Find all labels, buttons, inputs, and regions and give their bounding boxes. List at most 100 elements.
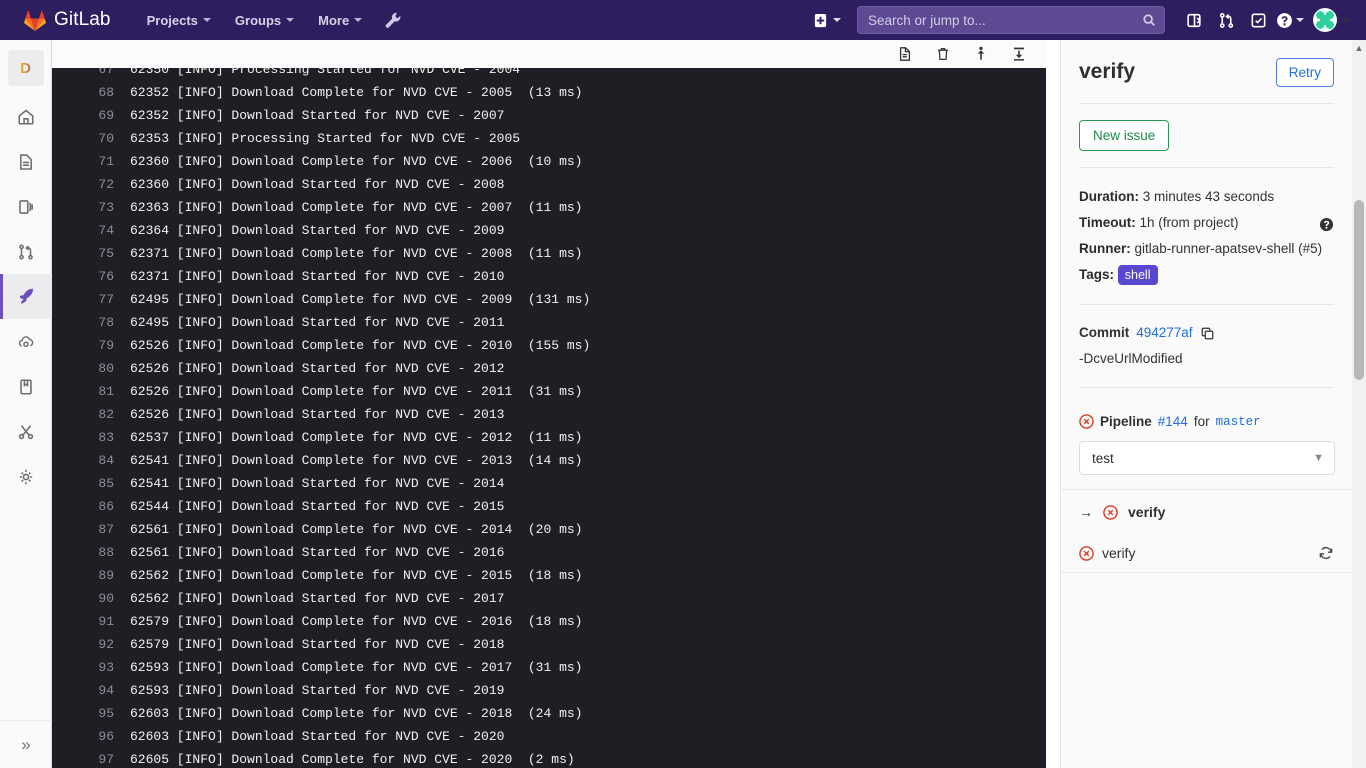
issues-icon[interactable] bbox=[1243, 0, 1273, 40]
help-icon[interactable] bbox=[1275, 0, 1305, 40]
user-menu-button[interactable] bbox=[1307, 8, 1350, 32]
plus-square-icon bbox=[814, 13, 827, 27]
log-line-number[interactable]: 87 bbox=[52, 518, 130, 541]
copy-icon[interactable] bbox=[1200, 326, 1215, 341]
top-nav-items: Projects Groups More bbox=[135, 0, 413, 40]
chevron-down-icon bbox=[1296, 18, 1304, 22]
sidebar-item-project[interactable] bbox=[0, 94, 52, 139]
pipeline-ref-link[interactable]: master bbox=[1216, 415, 1261, 429]
nav-projects[interactable]: Projects bbox=[135, 0, 223, 40]
log-line: 69 62352 [INFO] Download Started for NVD … bbox=[52, 104, 1046, 127]
sidebar-item-settings[interactable] bbox=[0, 454, 52, 499]
top-navigation-bar: GitLab Projects Groups More Search or ju… bbox=[0, 0, 1366, 40]
divider bbox=[1079, 387, 1334, 388]
nav-more[interactable]: More bbox=[306, 0, 374, 40]
job-metadata: Duration: 3 minutes 43 seconds Timeout: … bbox=[1061, 184, 1352, 288]
rocket-icon bbox=[19, 287, 33, 304]
log-line-text: 62603 [INFO] Download Started for NVD CV… bbox=[130, 729, 505, 744]
log-line-number[interactable]: 75 bbox=[52, 242, 130, 265]
scroll-to-bottom-icon[interactable] bbox=[1008, 42, 1030, 66]
log-line-number[interactable]: 74 bbox=[52, 219, 130, 242]
sidebar-item-operations[interactable] bbox=[0, 319, 52, 364]
log-line-number[interactable]: 72 bbox=[52, 173, 130, 196]
status-badge: shell bbox=[1117, 265, 1158, 286]
log-line-number[interactable]: 70 bbox=[52, 127, 130, 150]
log-line-number[interactable]: 94 bbox=[52, 679, 130, 702]
nav-groups[interactable]: Groups bbox=[223, 0, 306, 40]
log-line-text: 62541 [INFO] Download Started for NVD CV… bbox=[130, 476, 505, 491]
top-nav-right-group: Search or jump to... bbox=[805, 0, 1366, 40]
sidebar-item-wiki[interactable] bbox=[0, 364, 52, 409]
log-line-number[interactable]: 85 bbox=[52, 472, 130, 495]
log-line: 88 62561 [INFO] Download Started for NVD … bbox=[52, 541, 1046, 564]
raw-log-icon[interactable] bbox=[894, 42, 916, 66]
log-line-number[interactable]: 76 bbox=[52, 265, 130, 288]
scrollbar-up-arrow[interactable]: ▲ bbox=[1354, 44, 1364, 53]
log-line-number[interactable]: 73 bbox=[52, 196, 130, 219]
log-line-number[interactable]: 78 bbox=[52, 311, 130, 334]
job-row-name: verify bbox=[1102, 545, 1136, 561]
log-line-number[interactable]: 88 bbox=[52, 541, 130, 564]
retry-job-icon[interactable] bbox=[1318, 545, 1334, 561]
runner-label: Runner: bbox=[1079, 241, 1131, 256]
log-line-number[interactable]: 67 bbox=[52, 68, 130, 81]
log-line-number[interactable]: 77 bbox=[52, 288, 130, 311]
log-line-number[interactable]: 89 bbox=[52, 564, 130, 587]
new-issue-button[interactable]: New issue bbox=[1079, 120, 1170, 151]
log-line-number[interactable]: 97 bbox=[52, 748, 130, 768]
log-line-number[interactable]: 79 bbox=[52, 334, 130, 357]
log-line-number[interactable]: 71 bbox=[52, 150, 130, 173]
sidebar-item-repository[interactable] bbox=[0, 184, 52, 229]
sidebar-project-avatar[interactable]: D bbox=[7, 50, 44, 86]
nav-groups-label: Groups bbox=[234, 12, 282, 28]
log-line-text: 62495 [INFO] Download Complete for NVD C… bbox=[130, 292, 591, 307]
log-line-text: 62603 [INFO] Download Complete for NVD C… bbox=[130, 706, 583, 721]
scroll-to-top-icon[interactable] bbox=[970, 42, 992, 66]
erase-log-icon[interactable] bbox=[932, 42, 954, 66]
sidebar-item-cicd[interactable] bbox=[0, 274, 52, 319]
chevron-down-icon bbox=[354, 18, 363, 22]
log-line-number[interactable]: 82 bbox=[52, 403, 130, 426]
log-line-number[interactable]: 84 bbox=[52, 449, 130, 472]
page-scrollbar-thumb[interactable] bbox=[1354, 200, 1364, 380]
gitlab-home-link[interactable]: GitLab bbox=[0, 0, 125, 40]
pipeline-row: Pipeline #144 for master bbox=[1079, 414, 1334, 429]
create-new-button[interactable] bbox=[805, 13, 849, 28]
log-line-number[interactable]: 96 bbox=[52, 725, 130, 748]
log-line-number[interactable]: 81 bbox=[52, 380, 130, 403]
log-line-number[interactable]: 80 bbox=[52, 357, 130, 380]
log-line: 97 62605 [INFO] Download Complete for NVD… bbox=[52, 748, 1046, 768]
log-line-number[interactable]: 86 bbox=[52, 495, 130, 518]
log-line-number[interactable]: 91 bbox=[52, 610, 130, 633]
log-line-text: 62360 [INFO] Download Started for NVD CV… bbox=[130, 177, 505, 192]
log-line-text: 62579 [INFO] Download Started for NVD CV… bbox=[130, 637, 505, 652]
merge-requests-icon[interactable] bbox=[1211, 0, 1241, 40]
sidebar-item-snippets[interactable] bbox=[0, 409, 52, 454]
todos-icon[interactable] bbox=[1179, 0, 1209, 40]
chevron-down-icon bbox=[1342, 18, 1350, 22]
sidebar-collapse-button[interactable]: » bbox=[0, 720, 52, 768]
log-line-number[interactable]: 95 bbox=[52, 702, 130, 725]
log-line-number[interactable]: 83 bbox=[52, 426, 130, 449]
wrench-icon[interactable] bbox=[374, 11, 412, 29]
log-line: 70 62353 [INFO] Processing Started for NV… bbox=[52, 127, 1046, 150]
stage-dropdown[interactable]: test ▼ bbox=[1079, 441, 1335, 475]
log-line-number[interactable]: 93 bbox=[52, 656, 130, 679]
log-line-number[interactable]: 92 bbox=[52, 633, 130, 656]
log-line-number[interactable]: 90 bbox=[52, 587, 130, 610]
list-item[interactable]: verify bbox=[1061, 534, 1352, 573]
page-scrollbar[interactable] bbox=[1352, 40, 1366, 768]
log-line: 87 62561 [INFO] Download Complete for NVD… bbox=[52, 518, 1046, 541]
commit-sha-link[interactable]: 494277af bbox=[1136, 321, 1192, 345]
pipeline-number-link[interactable]: #144 bbox=[1158, 414, 1188, 429]
timeout-help-icon[interactable] bbox=[1319, 215, 1334, 232]
log-line-text: 62352 [INFO] Download Complete for NVD C… bbox=[130, 85, 583, 100]
sidebar-item-merge-requests[interactable] bbox=[0, 229, 52, 274]
log-line-number[interactable]: 68 bbox=[52, 81, 130, 104]
log-line-number[interactable]: 69 bbox=[52, 104, 130, 127]
sidebar-item-issues[interactable] bbox=[0, 139, 52, 184]
job-log-output[interactable]: 67 62350 [INFO] Processing Started for NV… bbox=[52, 68, 1046, 768]
retry-button[interactable]: Retry bbox=[1275, 58, 1334, 87]
failed-status-icon bbox=[1079, 545, 1094, 561]
search-input[interactable]: Search or jump to... bbox=[857, 6, 1165, 34]
